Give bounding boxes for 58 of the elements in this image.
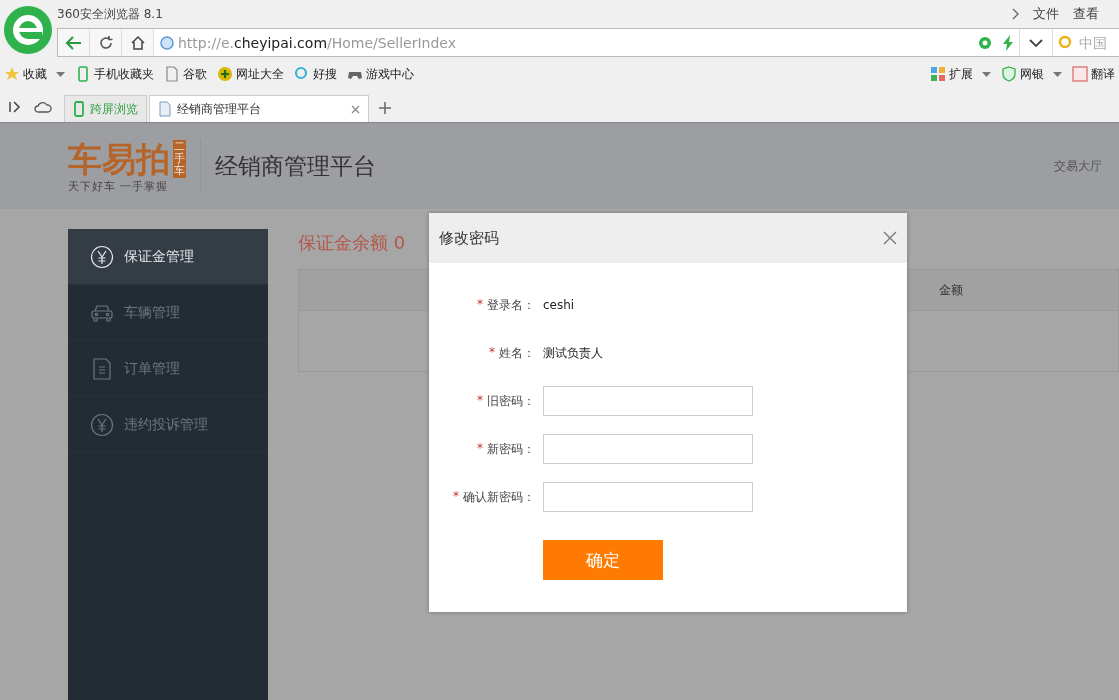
password-field[interactable] [543,386,753,416]
required-mark: * [453,488,459,505]
dialog-title: 修改密码 [439,228,499,248]
sidebar-toggle-icon[interactable] [8,100,22,114]
close-icon[interactable] [883,231,897,245]
field-label: 登录名： [487,296,535,314]
new-tab-icon[interactable] [379,102,391,114]
bookmark-item[interactable]: 游戏中心 [366,65,414,83]
required-mark: * [477,440,483,457]
bookmark-item[interactable]: 好搜 [313,65,337,83]
column-header: 金额 [939,281,963,299]
bookmark-item[interactable]: 谷歌 [183,65,207,83]
phone-icon[interactable] [75,66,91,82]
window-title: 360安全浏览器 8.1 [57,5,163,23]
logo-tagline: 天下好车 一手掌握 [68,178,170,194]
cloud-icon[interactable] [34,100,52,114]
browser-tab[interactable]: 经销商管理平台 [149,95,369,122]
bookmark-item[interactable]: 收藏 [23,65,47,83]
phone-icon [73,101,85,117]
yen-icon [90,412,114,437]
platform-title: 经销商管理平台 [215,151,377,181]
logo-badge: 二手车 [173,139,186,178]
toolbar-item[interactable]: 扩展 [949,65,973,83]
search-icon[interactable] [294,66,310,82]
document-icon[interactable] [164,66,180,82]
toolbar-item[interactable]: 翻译 [1091,65,1115,83]
plus-icon[interactable] [217,66,233,82]
yen-icon [90,244,114,269]
toolbar-item[interactable]: 网银 [1020,65,1044,83]
caret-icon[interactable] [1053,71,1062,77]
chevron-right-icon[interactable] [1012,8,1019,20]
menu-item[interactable]: 文件 [1033,5,1059,23]
field-label: 新密码： [487,440,535,458]
sidebar-item[interactable]: 保证金管理 [68,229,268,285]
document-icon [90,356,114,381]
grid-icon[interactable] [930,66,946,82]
star-icon[interactable] [4,66,20,82]
caret-icon[interactable] [982,71,991,77]
required-mark: * [477,392,483,409]
logo-text: 车易拍 [68,138,170,179]
document-icon [158,101,172,117]
close-tab-icon[interactable] [351,104,360,114]
caret-icon[interactable] [56,71,65,77]
shield-icon[interactable] [1001,66,1017,82]
field-value: ceshi [543,298,575,312]
bookmark-item[interactable]: 网址大全 [236,65,284,83]
field-value: 测试负责人 [543,344,603,362]
password-field[interactable] [543,434,753,464]
menu-item[interactable]: 查看 [1073,5,1099,23]
field-label: 姓名： [499,344,535,362]
required-mark: * [489,344,495,361]
browser-logo-icon [3,5,53,55]
bookmark-item[interactable]: 手机收藏夹 [94,65,154,83]
required-mark: * [477,296,483,313]
field-label: 旧密码： [487,392,535,410]
field-label: 确认新密码： [463,488,535,506]
password-field[interactable] [543,482,753,512]
balance-heading: 保证金余额 0 [298,231,406,255]
